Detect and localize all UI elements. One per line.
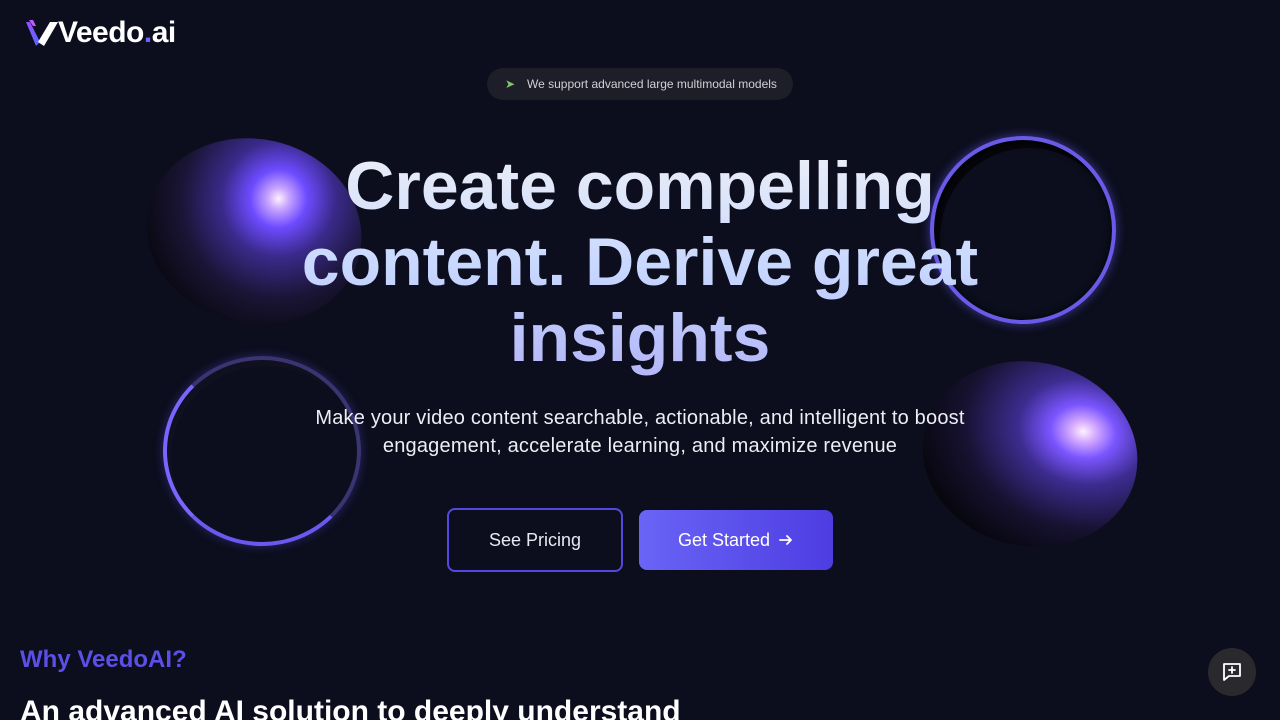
landing-page: Veedo.ai ➤ We support advanced large mul…: [0, 0, 1280, 720]
headline-line-3: insights: [509, 300, 771, 376]
headline-line-2: content. Derive great: [301, 224, 979, 300]
why-section-label: Why VeedoAI?: [20, 646, 187, 673]
announcement-pill: ➤ We support advanced large multimodal m…: [487, 68, 793, 100]
hero-subheadline: Make your video content searchable, acti…: [290, 404, 990, 460]
logo-wordmark: Veedo.ai: [58, 16, 176, 49]
why-section-heading: An advanced AI solution to deeply unders…: [20, 695, 681, 720]
headline-line-1: Create compelling: [345, 148, 935, 224]
announcement-text: We support advanced large multimodal mod…: [527, 77, 777, 91]
veedo-v-logo-icon: [26, 20, 58, 46]
brand-logo[interactable]: Veedo.ai: [24, 16, 176, 50]
message-plus-icon: [1223, 663, 1241, 681]
subheadline-line-1: Make your video content searchable, acti…: [315, 407, 965, 429]
subheadline-line-2: engagement, accelerate learning, and max…: [382, 435, 898, 457]
rocket-icon: ➤: [504, 77, 516, 91]
see-pricing-button[interactable]: See Pricing: [447, 508, 623, 572]
see-pricing-label: See Pricing: [488, 529, 582, 550]
get-started-button[interactable]: Get Started: [639, 510, 833, 570]
arrow-right-icon: [779, 535, 792, 545]
hero-headline: Create compelling content. Derive great …: [240, 148, 1040, 376]
get-started-label: Get Started: [677, 529, 771, 550]
chat-launcher-button[interactable]: [1208, 648, 1256, 696]
